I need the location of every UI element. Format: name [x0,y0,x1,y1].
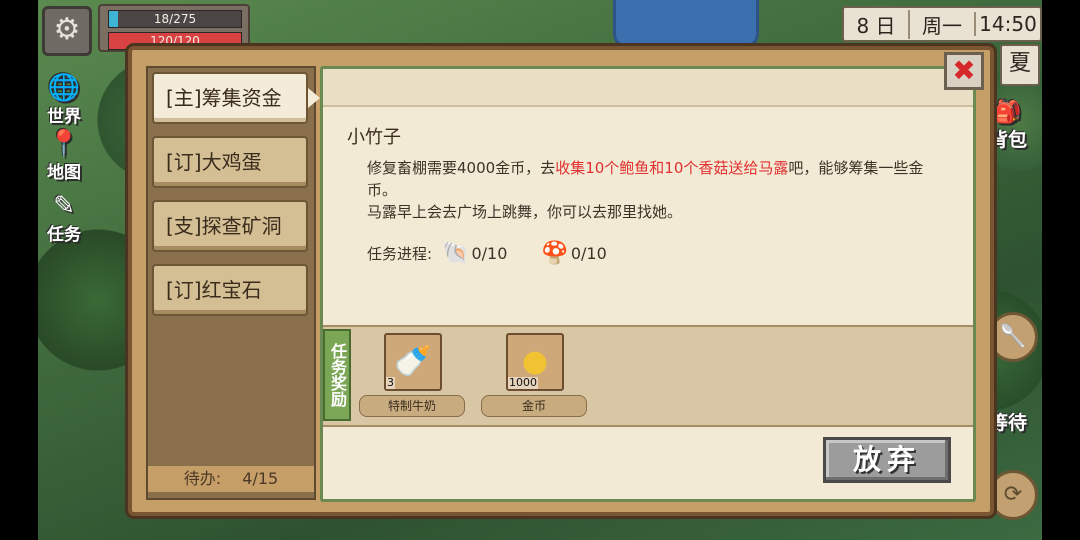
detail-header [323,69,973,107]
quest-description: 修复畜棚需要4000金币，去收集10个鲍鱼和10个香菇送给马露吧，能够筹集一些金… [367,157,937,223]
season-badge: 夏 [1000,44,1040,86]
date-time-display: 8 日 周一 14:50 [842,6,1042,42]
pending-counter: 待办: 4/15 [148,466,314,492]
gold-coin-icon: ● 1000 [506,333,564,391]
pond [613,0,759,48]
time-label: 14:50 [974,12,1040,36]
reward-gold[interactable]: ● 1000 金币 [481,331,587,421]
quest-tab-ruby[interactable]: [订]红宝石 [152,264,308,316]
quest-dialog: [主]筹集资金 [订]大鸡蛋 [支]探查矿洞 [订]红宝石 待办: 4/15 小… [128,46,994,516]
mushroom-icon: 🍄 [541,241,569,266]
nav-wait-label: 等待 [988,412,1027,434]
reward-section: 任务奖励 🍼 3 特制牛奶 ● 1000 金币 [323,325,973,427]
reward-gold-name: 金币 [481,395,587,417]
pending-value: 4/15 [242,469,279,488]
progress-mushroom-value: 0/10 [570,244,607,263]
energy-bar: 18/275 [108,10,242,28]
quest-detail: 小竹子 修复畜棚需要4000金币，去收集10个鲍鱼和10个香菇送给马露吧，能够筹… [320,66,976,502]
weekday-label: 周一 [908,9,974,39]
nav-world-label: 世界 [47,107,81,127]
quest-icon: ✎ [53,191,75,221]
nav-quest[interactable]: ✎ 任务 [38,192,90,245]
energy-text: 18/275 [153,12,197,26]
progress-label: 任务进程: [367,245,433,263]
milk-bottle-icon: 🍼 3 [384,333,442,391]
day-label: 8 日 [856,13,896,38]
desc-part1: 修复畜棚需要4000金币，去 [367,159,556,177]
nav-bag-label: 背包 [988,129,1027,151]
nav-map-label: 地图 [47,163,81,183]
abandon-button[interactable]: 放弃 [823,437,951,483]
quest-list: [主]筹集资金 [订]大鸡蛋 [支]探查矿洞 [订]红宝石 待办: 4/15 [146,66,320,500]
quest-tab-big-egg[interactable]: [订]大鸡蛋 [152,136,308,188]
npc-name: 小竹子 [347,127,401,148]
desc-highlight: 收集10个鲍鱼和10个香菇送给马露 [555,159,789,177]
abalone-icon: 🐚 [442,241,470,266]
nav-map[interactable]: 📍 地图 [38,130,90,183]
progress-abalone: 🐚 0/10 [442,241,507,266]
progress-abalone-value: 0/10 [471,244,508,263]
reward-label: 任务奖励 [323,329,351,421]
nav-quest-label: 任务 [47,225,81,245]
quest-tab-fundraise[interactable]: [主]筹集资金 [152,72,320,124]
map-pin-icon: 📍 [47,129,81,159]
reward-milk[interactable]: 🍼 3 特制牛奶 [359,331,465,421]
world-icon: 🌐 [47,73,81,103]
status-bars: 18/275 120/120 [98,4,250,52]
gear-icon[interactable]: ⚙ [42,6,92,56]
progress-mushroom: 🍄 0/10 [541,241,606,266]
reward-gold-qty: 1000 [508,376,538,389]
pending-label: 待办: [183,469,222,488]
nav-world[interactable]: 🌐 世界 [38,74,90,127]
refresh-icon[interactable]: ⟳ [988,470,1038,520]
reward-milk-name: 特制牛奶 [359,395,465,417]
reward-milk-qty: 3 [386,376,395,389]
quest-tab-explore-mine[interactable]: [支]探查矿洞 [152,200,308,252]
close-icon[interactable]: ✖ [944,52,984,90]
tool-icon[interactable]: 🥄 [988,312,1038,362]
desc-line2: 马露早上会去广场上跳舞，你可以去那里找她。 [367,203,683,221]
quest-progress: 任务进程: 🐚 0/10 🍄 0/10 [367,241,631,266]
